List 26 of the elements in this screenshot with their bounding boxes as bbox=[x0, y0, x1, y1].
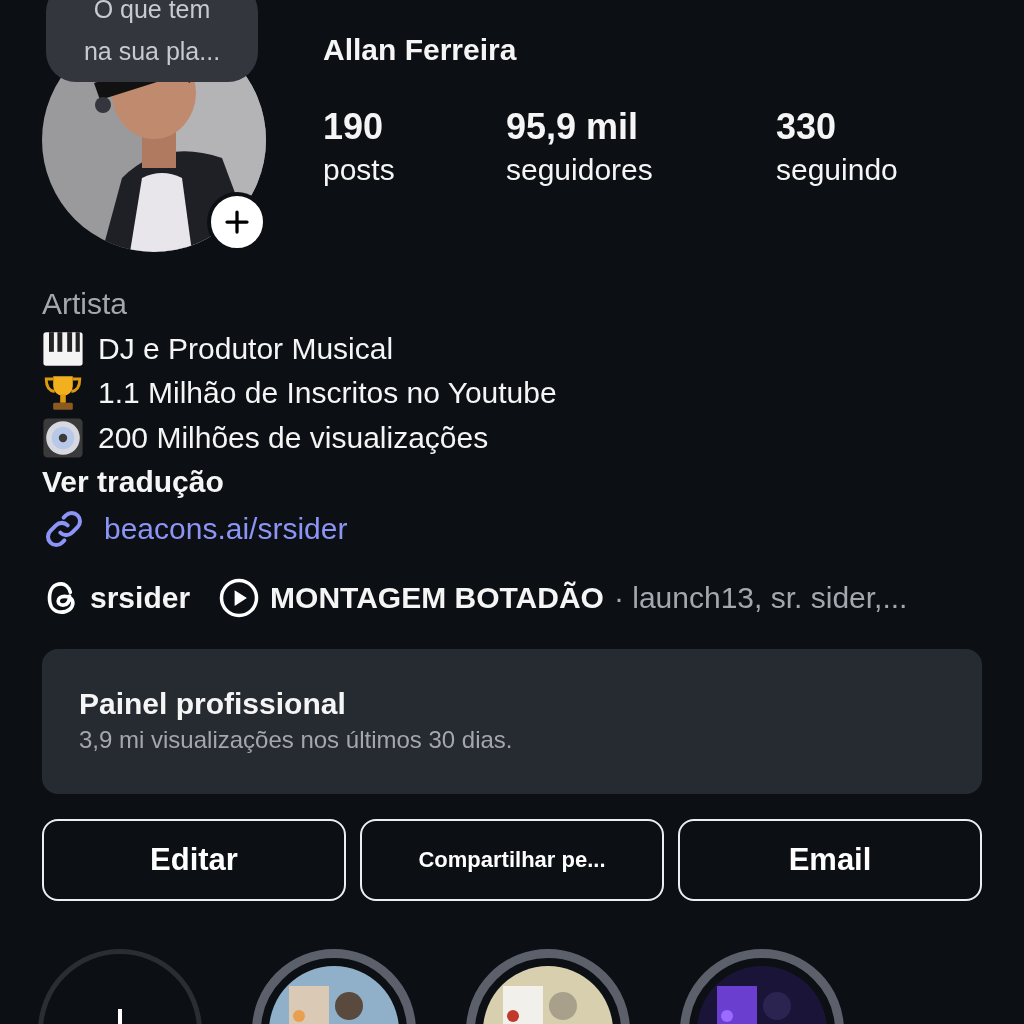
profile-action-button[interactable]: Email bbox=[678, 819, 982, 901]
stat-label[interactable]: seguindo bbox=[776, 148, 898, 192]
stat-count[interactable]: 95,9 mil bbox=[506, 106, 776, 148]
plus-icon bbox=[118, 1009, 122, 1024]
profile-action-button[interactable]: Compartilhar pe... bbox=[360, 819, 664, 901]
translate-link[interactable]: Ver tradução bbox=[42, 460, 982, 505]
dashboard-card[interactable]: Painel profissional 3,9 mi visualizações nos últimos 30 dias. bbox=[42, 649, 982, 794]
stat-label[interactable]: seguidores bbox=[506, 148, 776, 192]
bio-text: DJ e Produtor Musical bbox=[98, 330, 394, 367]
profile-name: Allan Ferreira bbox=[323, 32, 518, 68]
music-artists: · launch13, sr. sider,... bbox=[613, 581, 908, 615]
note-bubble[interactable]: O que tem na sua pla... bbox=[46, 0, 258, 82]
threads-username[interactable]: srsider bbox=[90, 581, 191, 615]
dashboard-subtitle: 3,9 mi visualizações nos últimos 30 dias. bbox=[79, 725, 514, 755]
play-icon bbox=[218, 577, 261, 619]
bio-text: 1.1 Milhão de Inscritos no Youtube bbox=[98, 375, 557, 411]
category-label: Artista bbox=[42, 286, 129, 322]
stat-count[interactable]: 330 bbox=[776, 106, 898, 148]
stat-label[interactable]: posts bbox=[323, 148, 506, 192]
website-link[interactable]: beacons.ai/srsider bbox=[104, 506, 348, 551]
bubble-tail-icon bbox=[95, 97, 111, 113]
bio-text: 200 Milhões de visualizações bbox=[98, 419, 489, 456]
profile-action-button[interactable]: Editar bbox=[42, 819, 346, 901]
music-title[interactable]: MONTAGEM BOTADÃO bbox=[270, 581, 604, 615]
stat-count[interactable]: 190 bbox=[323, 106, 506, 148]
dashboard-title: Painel profissional bbox=[79, 686, 347, 722]
